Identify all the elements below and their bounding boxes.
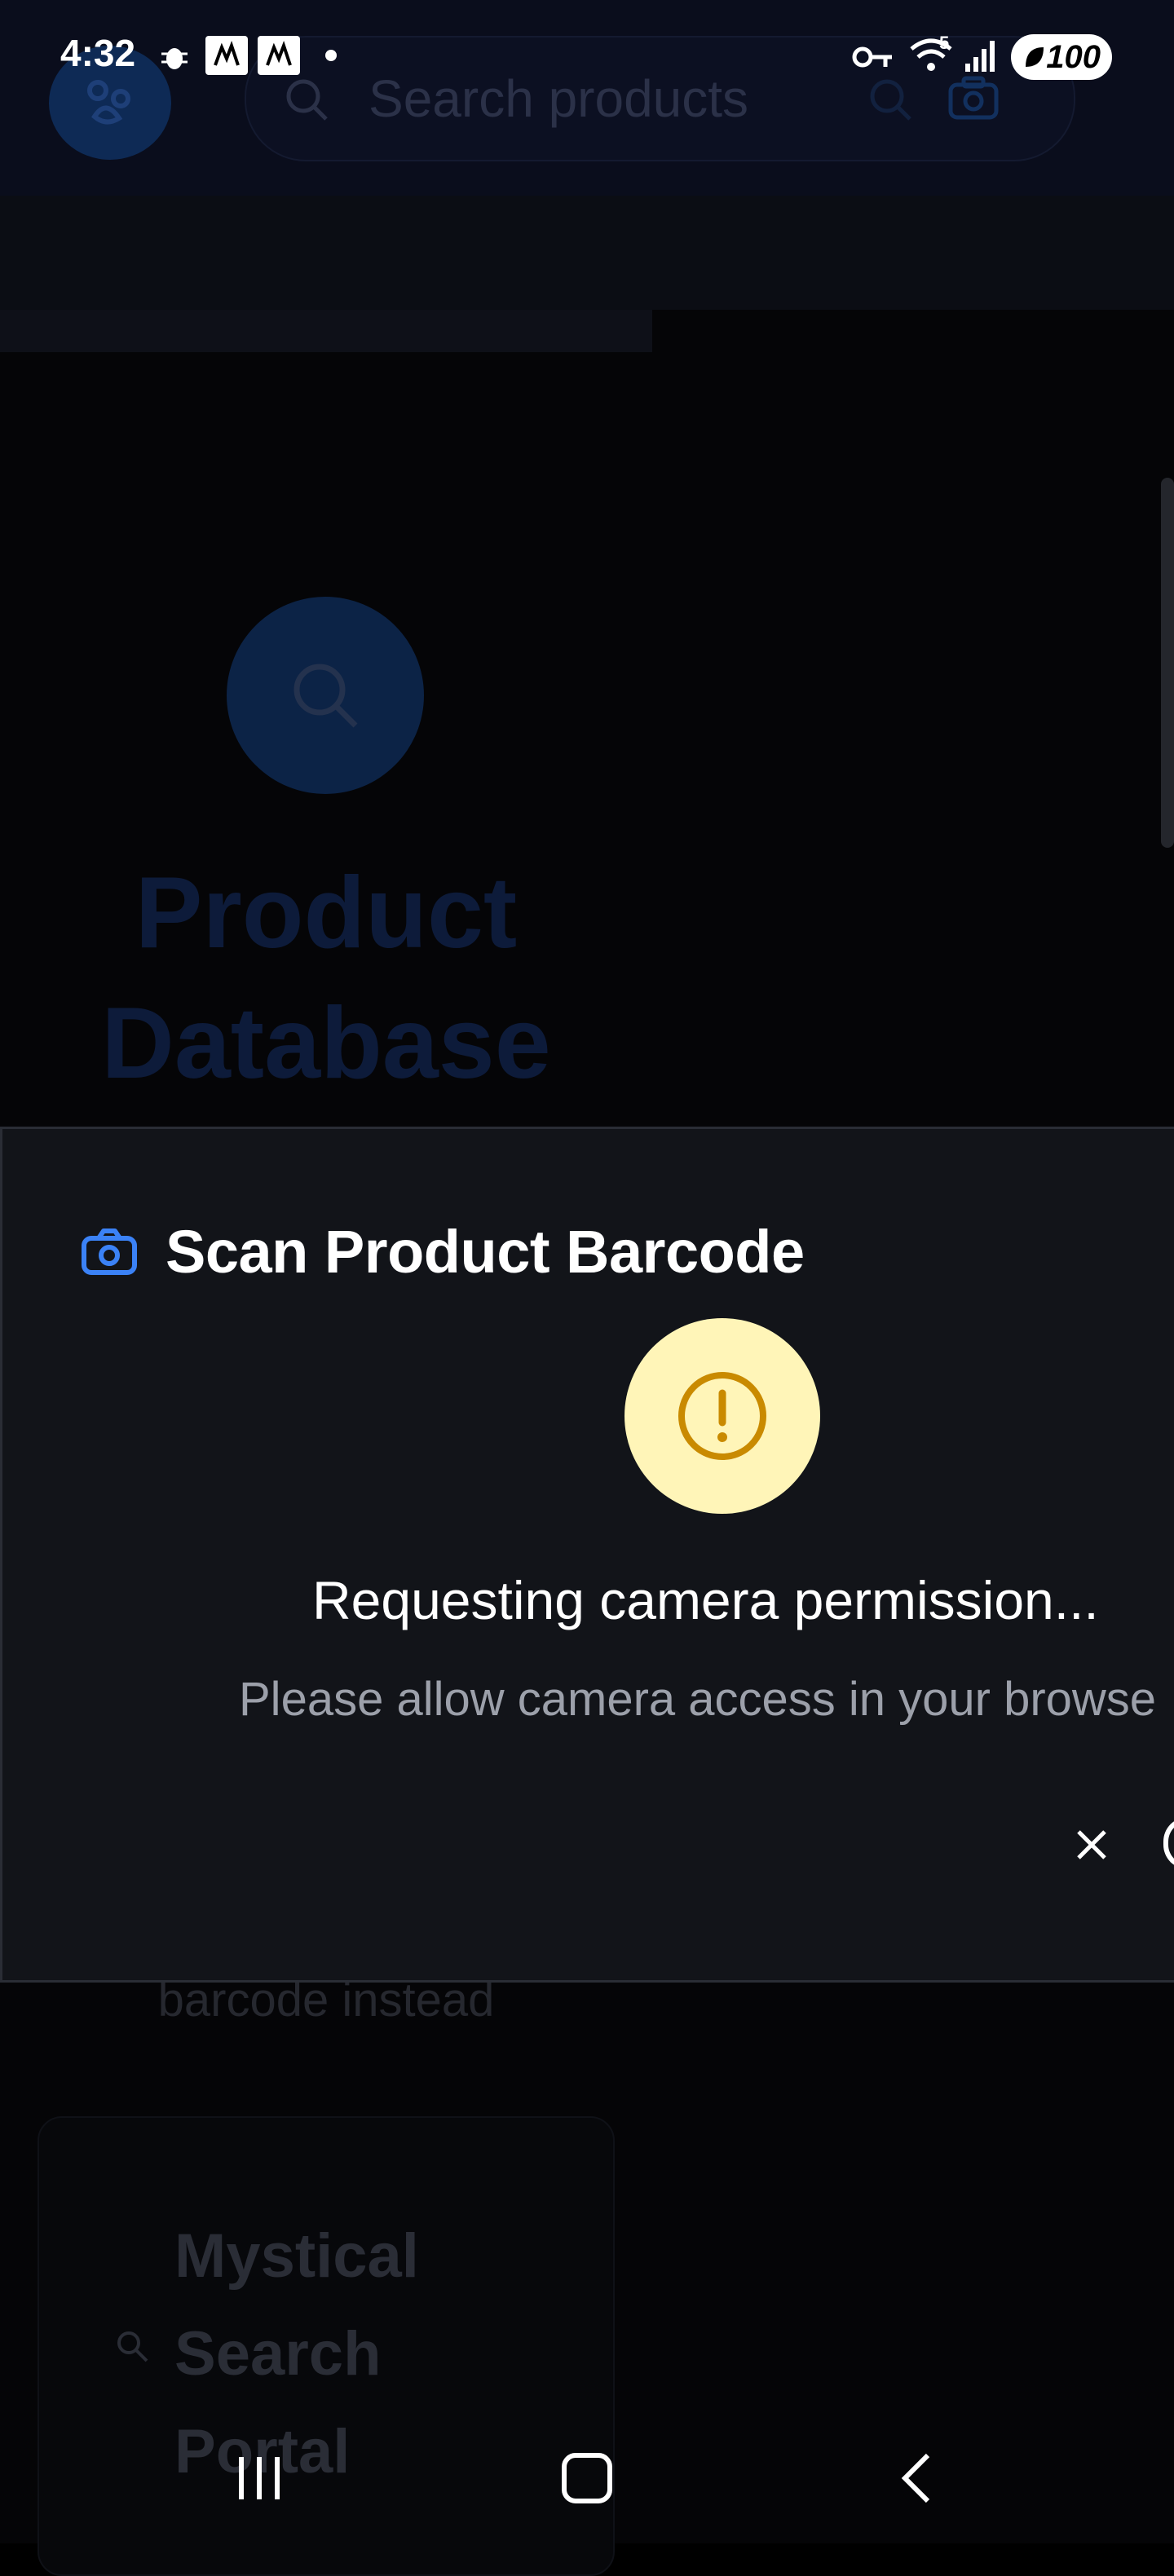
battery-level: 100 [1046,38,1101,75]
page-title: Product Database [82,848,571,1109]
app-notification-icon [258,36,300,75]
filter-band [0,196,1174,310]
signal-icon [965,41,995,72]
app-notification-icon [205,36,248,75]
battery-indicator: 100 [1011,34,1112,80]
clock: 4:32 [60,32,136,74]
warning-badge [625,1318,820,1514]
back-icon [901,2453,930,2503]
alert-icon [678,1372,766,1460]
filter-band-secondary [0,310,652,352]
back-button[interactable] [867,2437,965,2519]
system-status-bar: 4:32 5 100 [0,0,1174,114]
network-type-label: 5 [939,33,950,53]
scrollbar[interactable] [1161,478,1174,848]
close-button[interactable] [1059,1812,1124,1877]
system-nav-bar [0,2413,1174,2543]
truncated-button[interactable] [1163,1817,1174,1869]
hero-search-badge [227,597,424,794]
modal-title: Scan Product Barcode [166,1217,805,1286]
home-icon [562,2453,612,2503]
close-icon [1077,1830,1106,1859]
camera-icon [82,1228,137,1275]
vpn-key-icon [852,46,892,68]
battery-saver-leaf-icon [1026,47,1044,67]
page-title-line2: Database [101,987,551,1100]
permission-hint: Please allow camera access in your brows… [239,1673,1157,1726]
more-notifications-dot-icon [325,50,337,61]
bug-icon [161,48,188,69]
page-title-line1: Product [135,857,518,969]
modal-header: Scan Product Barcode [81,1211,805,1292]
barcode-scan-modal: Scan Product Barcode Requesting camera p… [0,1127,1174,1983]
recent-apps-button[interactable] [210,2437,308,2519]
recent-apps-icon [239,2457,280,2499]
search-icon [117,2331,148,2362]
search-icon [294,664,358,728]
permission-status: Requesting camera permission... [312,1570,1099,1630]
home-button[interactable] [538,2437,636,2519]
